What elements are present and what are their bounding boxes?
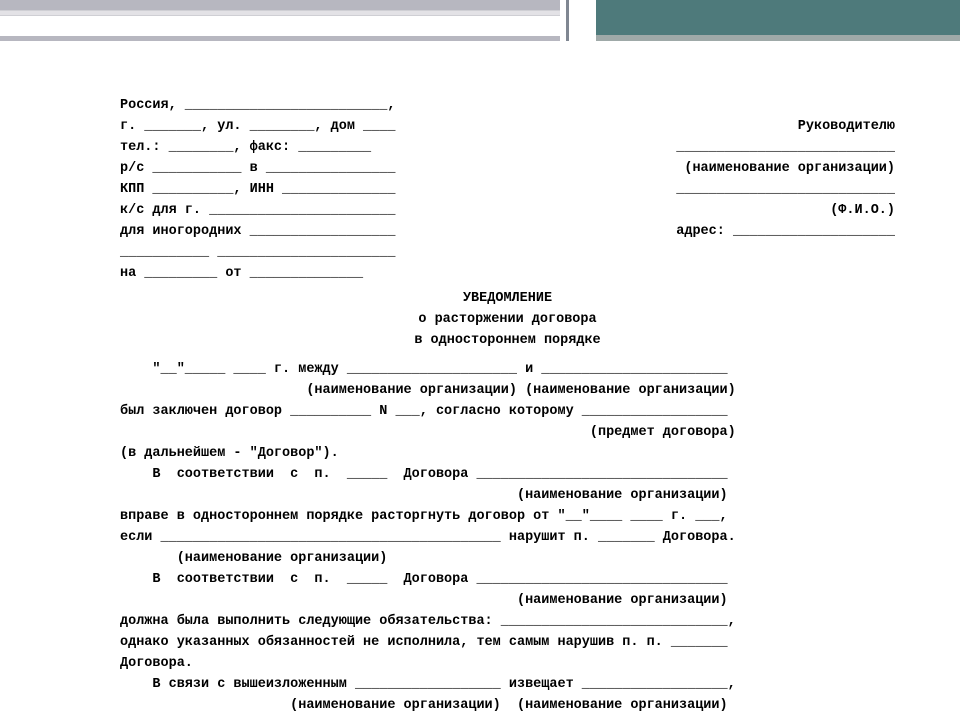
body-caption: (наименование организации) <box>120 590 895 611</box>
document-body: Россия, _________________________, г. __… <box>120 95 895 716</box>
body-line: был заключен договор __________ N ___, с… <box>120 401 895 422</box>
addr-line: к/с для г. _______________________ <box>120 200 395 221</box>
body-line: Договора. <box>120 653 895 674</box>
body-line: В соответствии с п. _____ Договора _____… <box>120 464 895 485</box>
body-line: В соответствии с п. _____ Договора _____… <box>120 569 895 590</box>
addr-line: тел.: ________, факс: _________ <box>120 137 371 158</box>
doc-title: УВЕДОМЛЕНИЕ <box>120 288 895 309</box>
document-page: { "addr": { "l1": "Россия, _____________… <box>0 0 960 720</box>
addr-right: (наименование организации) <box>684 158 895 179</box>
body-caption: (наименование организации) <box>120 548 895 569</box>
addr-line: г. _______, ул. ________, дом ____ <box>120 116 395 137</box>
body-caption: (предмет договора) <box>120 422 895 443</box>
addr-line: для иногородних __________________ <box>120 221 395 242</box>
addr-right: (Ф.И.О.) <box>830 200 895 221</box>
addr-line: на _________ от ______________ <box>120 263 895 284</box>
addr-line: р/с ___________ в ________________ <box>120 158 395 179</box>
addr-line: ___________ ______________________ <box>120 242 895 263</box>
addr-right: ___________________________ <box>676 179 895 200</box>
doc-subtitle: в одностороннем порядке <box>120 330 895 351</box>
body-line: вправе в одностороннем порядке расторгну… <box>120 506 895 527</box>
addr-right: адрес: ____________________ <box>676 221 895 242</box>
decorative-header <box>0 0 960 40</box>
addr-right: ___________________________ <box>676 137 895 158</box>
body-caption: (наименование организации) <box>120 485 895 506</box>
body-line: если ___________________________________… <box>120 527 895 548</box>
body-caption: (наименование организации) (наименование… <box>120 380 895 401</box>
addr-line: Россия, _________________________, <box>120 95 395 116</box>
body-line: "__"_____ ____ г. между ________________… <box>120 359 895 380</box>
body-line: однако указанных обязанностей не исполни… <box>120 632 895 653</box>
addr-right: Руководителю <box>798 116 895 137</box>
body-line: В связи с вышеизложенным _______________… <box>120 674 895 695</box>
addr-line: КПП __________, ИНН ______________ <box>120 179 395 200</box>
body-line: должна была выполнить следующие обязател… <box>120 611 895 632</box>
body-line: (в дальнейшем - "Договор"). <box>120 443 895 464</box>
doc-subtitle: о расторжении договора <box>120 309 895 330</box>
body-caption: (наименование организации) (наименование… <box>120 695 895 716</box>
